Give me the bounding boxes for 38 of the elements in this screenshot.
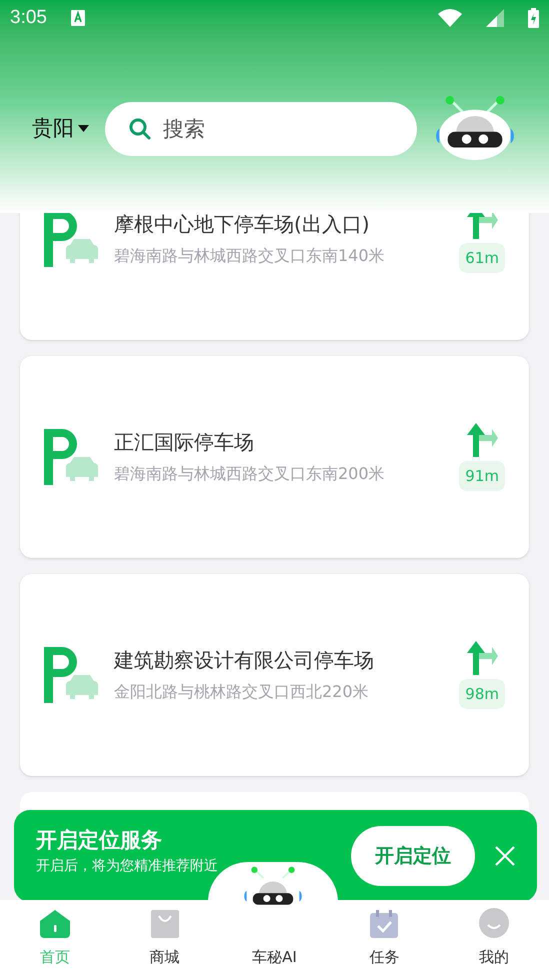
calendar-check-icon xyxy=(370,910,398,938)
parking-car-icon xyxy=(44,647,98,703)
city-selector[interactable]: 贵阳 xyxy=(32,112,89,144)
parking-name: 摩根中心地下停车场(出入口) xyxy=(114,213,371,238)
parking-address: 金阳北路与桃林路交叉口西北220米 xyxy=(114,681,370,703)
parking-card[interactable]: 摩根中心地下停车场(出入口) 碧海南路与林城西路交叉口东南140米 61m xyxy=(20,213,529,340)
parking-card[interactable]: 正汇国际停车场 碧海南路与林城西路交叉口东南200米 91m xyxy=(20,356,529,558)
banner-subtitle: 开启后，将为您精准推荐附近 xyxy=(36,857,219,876)
signal-icon xyxy=(486,9,504,27)
nav-tab[interactable]: 任务 xyxy=(329,900,440,976)
turn-arrow-icon xyxy=(466,422,498,457)
keyboard-icon xyxy=(70,10,85,26)
banner-title: 开启定位服务 xyxy=(36,827,163,854)
search-field[interactable]: 搜索 xyxy=(105,102,417,156)
turn-arrow-icon xyxy=(466,640,498,675)
home-icon xyxy=(40,910,70,938)
search-icon xyxy=(129,118,151,140)
wifi-icon xyxy=(438,9,462,27)
user-icon xyxy=(479,908,510,938)
parking-card[interactable]: 建筑勘察设计有限公司停车场 金阳北路与桃林路交叉口西北220米 98m xyxy=(20,574,529,776)
nav-tab[interactable]: 我的 xyxy=(439,900,549,976)
distance-badge: 98m xyxy=(459,678,505,710)
parking-name: 建筑勘察设计有限公司停车场 xyxy=(114,647,375,674)
nav-tab[interactable]: 商城 xyxy=(110,900,220,976)
turn-arrow-icon xyxy=(466,213,498,239)
robot-icon[interactable] xyxy=(433,95,517,162)
parking-address: 碧海南路与林城西路交叉口东南140米 xyxy=(114,245,386,267)
nav-tab[interactable]: 车秘AI xyxy=(220,942,330,976)
distance-badge: 61m xyxy=(459,242,505,274)
distance-badge: 91m xyxy=(459,460,505,492)
parking-address: 碧海南路与林城西路交叉口东南200米 xyxy=(114,463,386,485)
parking-name: 正汇国际停车场 xyxy=(114,429,255,456)
status-time: 3:05 xyxy=(10,6,47,30)
shopping-bag-icon xyxy=(150,910,179,938)
battery-icon xyxy=(528,8,539,28)
parking-car-icon xyxy=(44,429,98,485)
parking-car-icon xyxy=(44,213,98,267)
caret-icon xyxy=(78,125,89,132)
